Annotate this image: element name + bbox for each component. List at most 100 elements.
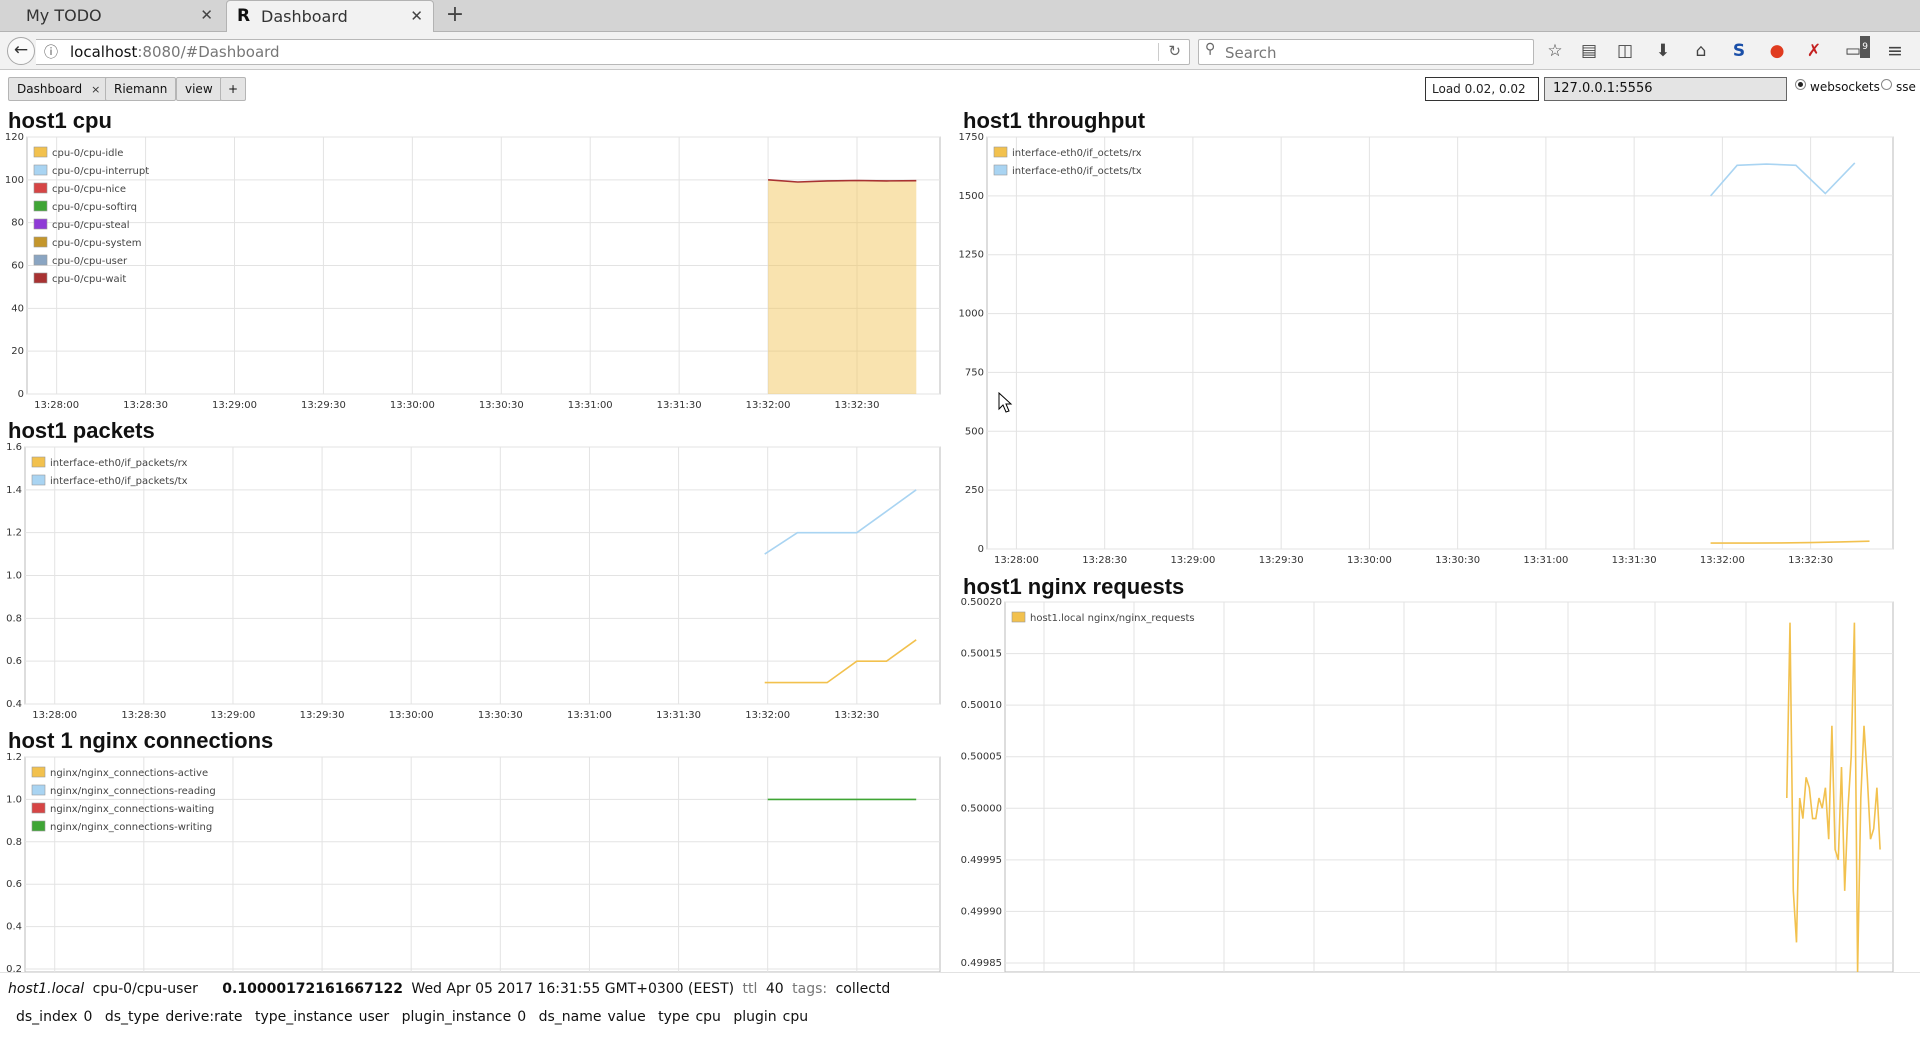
legend-label: host1.local nginx/nginx_requests — [1030, 613, 1195, 624]
y-tick-label: 120 — [5, 132, 24, 143]
y-tick-label: 1.2 — [6, 752, 22, 763]
cpu-chart: 0 20 40 60 80 100 120 13:28:00 13:28:30 13:29:00 1… — [5, 132, 941, 411]
x-tick-label: 13:29:30 — [301, 400, 346, 411]
legend-label: cpu-0/cpu-softirq — [52, 202, 137, 213]
legend-swatch — [33, 254, 48, 266]
event-attributes: ds_index 0 ds_type derive:rate type_instan… — [16, 1009, 816, 1025]
legend-label: interface-eth0/if_packets/rx — [50, 458, 188, 469]
y-tick-label: 0.4 — [6, 922, 22, 933]
y-tick-label: 0.50020 — [961, 597, 1002, 608]
legend-swatch — [33, 200, 48, 212]
legend-swatch — [993, 164, 1008, 176]
attr-key: type — [658, 1009, 690, 1025]
attr-key: ds_index — [16, 1009, 78, 1025]
attr-key: plugin_instance — [401, 1009, 512, 1025]
legend-swatch — [33, 146, 48, 158]
attr-key: plugin — [733, 1009, 777, 1025]
y-tick-label: 0.8 — [6, 837, 22, 848]
x-tick-label: 13:30:00 — [390, 400, 435, 411]
x-tick-label: 13:28:30 — [123, 400, 168, 411]
x-tick-label: 13:31:00 — [568, 400, 613, 411]
y-tick-label: 0.8 — [6, 613, 22, 624]
legend-swatch — [31, 820, 46, 832]
y-tick-label: 0.6 — [6, 879, 22, 890]
x-tick-label: 13:31:30 — [656, 710, 701, 721]
y-tick-label: 1.0 — [6, 571, 22, 582]
plot-area — [986, 136, 1894, 550]
event-host: host1.local — [8, 981, 85, 997]
y-tick-label: 1.2 — [6, 528, 22, 539]
y-tick-label: 40 — [11, 303, 24, 314]
x-tick-label: 13:31:00 — [1523, 555, 1568, 566]
y-tick-label: 0 — [18, 389, 24, 400]
ttl-label: ttl — [742, 981, 758, 997]
x-tick-label: 13:30:30 — [479, 400, 524, 411]
attr-value: 0 — [517, 1009, 527, 1025]
legend-swatch — [31, 766, 46, 778]
legend-label: nginx/nginx_connections-active — [50, 768, 208, 779]
legend-swatch — [33, 182, 48, 194]
y-tick-label: 0.50005 — [961, 752, 1002, 763]
legend-swatch — [33, 236, 48, 248]
y-tick-label: 0.6 — [6, 656, 22, 667]
attr-value: cpu — [695, 1009, 721, 1025]
x-tick-label: 13:28:00 — [32, 710, 77, 721]
y-tick-label: 80 — [11, 218, 24, 229]
y-tick-label: 0.50000 — [961, 803, 1002, 814]
y-tick-label: 0.4 — [6, 699, 22, 710]
legend-label: cpu-0/cpu-steal — [52, 220, 130, 231]
legend-swatch — [1011, 611, 1026, 623]
legend-label: nginx/nginx_connections-reading — [50, 786, 216, 797]
legend-label: nginx/nginx_connections-waiting — [50, 804, 214, 815]
legend-swatch — [33, 218, 48, 230]
charts-canvas: 0 20 40 60 80 100 120 13:28:00 13:28:30 13:29:00 1… — [5, 132, 1894, 975]
y-tick-label: 0.49995 — [961, 855, 1002, 866]
y-tick-label: 750 — [965, 367, 984, 378]
x-tick-label: 13:29:30 — [1259, 555, 1304, 566]
x-tick-label: 13:32:30 — [1788, 555, 1833, 566]
tags-label: tags: — [792, 981, 828, 997]
x-tick-label: 13:32:00 — [1700, 555, 1745, 566]
x-tick-label: 13:28:00 — [994, 555, 1039, 566]
y-tick-label: 1000 — [959, 309, 984, 320]
legend-label: interface-eth0/if_octets/tx — [1012, 166, 1142, 177]
legend-label: cpu-0/cpu-nice — [52, 184, 126, 195]
throughput-chart: 0 250 500 750 1000 1250 1500 1750 13:28:00 13:28:… — [959, 132, 1894, 566]
x-tick-label: 13:31:30 — [1612, 555, 1657, 566]
plot-area — [1004, 601, 1894, 973]
legend-swatch — [33, 272, 48, 284]
legend-swatch — [31, 784, 46, 796]
event-service: cpu-0/cpu-user — [92, 981, 198, 997]
legend-swatch — [31, 474, 46, 486]
x-tick-label: 13:28:00 — [34, 400, 79, 411]
x-tick-label: 13:32:00 — [746, 400, 791, 411]
y-tick-label: 1750 — [959, 132, 984, 143]
x-tick-label: 13:32:00 — [745, 710, 790, 721]
attr-value: derive:rate — [165, 1009, 243, 1025]
legend-swatch — [31, 456, 46, 468]
x-tick-label: 13:29:00 — [1170, 555, 1215, 566]
event-time: Wed Apr 05 2017 16:31:55 GMT+0300 (EEST) — [411, 981, 735, 997]
x-tick-label: 13:32:30 — [834, 710, 879, 721]
legend-label: cpu-0/cpu-system — [52, 238, 141, 249]
series-area — [768, 179, 917, 394]
attr-key: ds_type — [104, 1009, 160, 1025]
x-tick-label: 13:29:30 — [300, 710, 345, 721]
attr-value: value — [607, 1009, 646, 1025]
y-tick-label: 60 — [11, 261, 24, 272]
attr-key: type_instance — [254, 1009, 353, 1025]
legend-label: cpu-0/cpu-idle — [52, 148, 123, 159]
legend-label: interface-eth0/if_octets/rx — [1012, 148, 1142, 159]
y-tick-label: 0.49985 — [961, 958, 1002, 969]
event-summary: host1.local cpu-0/cpu-user 0.10000172161… — [8, 981, 894, 997]
event-tags: collectd — [835, 981, 891, 997]
event-details: host1.local cpu-0/cpu-user 0.10000172161… — [0, 972, 1920, 1038]
attr-key: ds_name — [538, 1009, 602, 1025]
y-tick-label: 1.4 — [6, 485, 22, 496]
event-metric: 0.10000172161667122 — [222, 981, 403, 997]
y-tick-label: 20 — [11, 346, 24, 357]
y-tick-label: 1250 — [959, 250, 984, 261]
x-tick-label: 13:28:30 — [121, 710, 166, 721]
y-tick-label: 1.6 — [6, 442, 22, 453]
x-tick-label: 13:30:00 — [389, 710, 434, 721]
